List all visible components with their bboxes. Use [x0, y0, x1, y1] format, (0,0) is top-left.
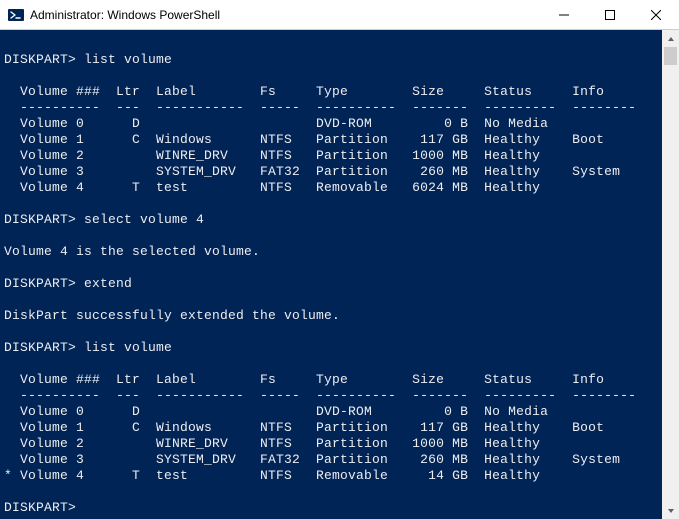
maximize-button[interactable]	[587, 0, 633, 29]
titlebar: Administrator: Windows PowerShell	[0, 0, 679, 30]
scroll-up-button[interactable]	[662, 30, 679, 47]
minimize-button[interactable]	[541, 0, 587, 29]
window-title: Administrator: Windows PowerShell	[30, 8, 541, 22]
powershell-icon	[8, 7, 24, 23]
window-controls	[541, 0, 679, 29]
terminal[interactable]: DISKPART> list volume Volume ### Ltr Lab…	[0, 30, 679, 519]
scroll-track[interactable]	[662, 47, 679, 502]
terminal-content: DISKPART> list volume Volume ### Ltr Lab…	[4, 52, 675, 516]
scrollbar[interactable]	[662, 30, 679, 519]
scroll-thumb[interactable]	[664, 47, 677, 65]
close-button[interactable]	[633, 0, 679, 29]
scroll-down-button[interactable]	[662, 502, 679, 519]
